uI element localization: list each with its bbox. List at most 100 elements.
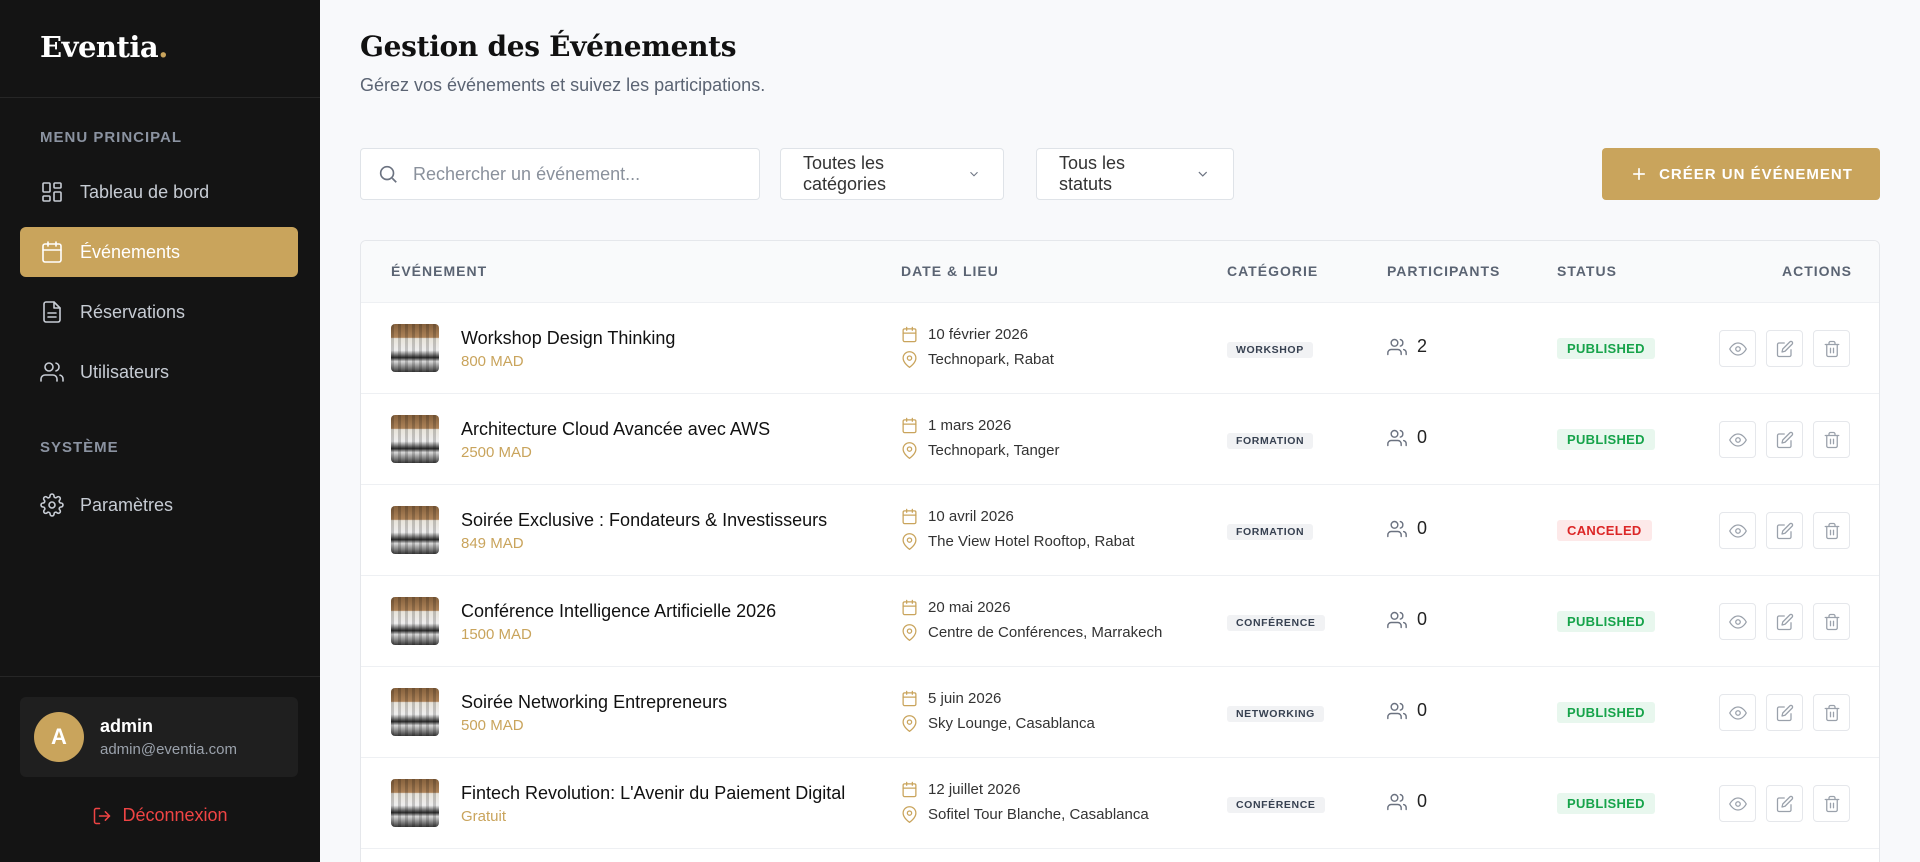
edit-button[interactable] (1766, 512, 1803, 549)
logo[interactable]: Eventia. (0, 0, 320, 98)
column-header-participants[interactable]: PARTICIPANTS (1387, 263, 1500, 279)
sidebar-item-dashboard[interactable]: Tableau de bord (20, 167, 298, 217)
page-subtitle: Gérez vos événements et suivez les parti… (360, 75, 766, 95)
category-select[interactable]: Toutes les catégories (780, 148, 1004, 200)
sidebar-item-reservations[interactable]: Réservations (20, 287, 298, 337)
view-button[interactable] (1719, 512, 1756, 549)
plus-icon (1633, 168, 1645, 180)
column-header-status[interactable]: STATUS (1557, 263, 1617, 279)
status-select[interactable]: Tous les statuts (1036, 148, 1234, 200)
delete-button[interactable] (1813, 421, 1850, 458)
event-title[interactable]: Conférence Intelligence Artificielle 202… (461, 601, 776, 622)
map-pin-icon (902, 442, 917, 459)
participants-value: 0 (1417, 791, 1428, 811)
event-date: 1 mars 2026 (901, 417, 1011, 434)
status-badge: PUBLISHED (1557, 702, 1655, 723)
sidebar-item-settings[interactable]: Paramètres (20, 480, 298, 530)
section-label-system: SYSTÈME (40, 439, 119, 456)
sidebar-item-users[interactable]: Utilisateurs (20, 347, 298, 397)
delete-button[interactable] (1813, 694, 1850, 731)
table-row[interactable]: Soirée Exclusive : Fondateurs & Investis… (361, 485, 1879, 576)
search-input[interactable] (413, 163, 733, 185)
create-event-label: CRÉER UN ÉVÉNEMENT (1659, 165, 1853, 183)
participants-value: 0 (1417, 427, 1428, 447)
event-title[interactable]: Workshop Design Thinking (461, 328, 675, 349)
event-date-text: 10 avril 2026 (928, 508, 1014, 525)
event-price: 849 MAD (461, 535, 524, 552)
participants-count: 0 (1387, 427, 1427, 448)
edit-button[interactable] (1766, 330, 1803, 367)
event-location: Sky Lounge, Casablanca (901, 715, 1095, 732)
table-row[interactable]: Architecture Cloud Avancée avec AWS 2500… (361, 394, 1879, 485)
users-icon (1387, 338, 1407, 355)
event-date-text: 20 mai 2026 (928, 599, 1011, 616)
delete-button[interactable] (1813, 330, 1850, 367)
column-header-category[interactable]: CATÉGORIE (1227, 263, 1318, 279)
eye-icon (1728, 705, 1747, 720)
view-button[interactable] (1719, 785, 1756, 822)
category-select-value: Toutes les catégories (803, 153, 887, 194)
sidebar-item-label: Tableau de bord (80, 181, 210, 202)
event-location-text: Technopark, Tanger (928, 442, 1060, 459)
event-title[interactable]: Soirée Networking Entrepreneurs (461, 692, 727, 713)
edit-button[interactable] (1766, 603, 1803, 640)
users-icon (1387, 702, 1407, 719)
search-box[interactable] (360, 148, 760, 200)
view-button[interactable] (1719, 330, 1756, 367)
sidebar-item-events[interactable]: Événements (20, 227, 298, 277)
user-name: admin (100, 716, 154, 736)
edit-button[interactable] (1766, 694, 1803, 731)
status-badge: CANCELED (1557, 520, 1652, 541)
participants-value: 0 (1417, 518, 1428, 538)
sidebar-footer: A admin admin@eventia.com Déconnexion (0, 676, 320, 862)
event-location: Sofitel Tour Blanche, Casablanca (901, 806, 1149, 823)
table-row[interactable]: Conférence Intelligence Artificielle 202… (361, 576, 1879, 667)
view-button[interactable] (1719, 421, 1756, 458)
delete-button[interactable] (1813, 603, 1850, 640)
participants-count: 0 (1387, 518, 1427, 539)
event-location-text: The View Hotel Rooftop, Rabat (928, 533, 1135, 550)
logout-label: Déconnexion (122, 805, 228, 825)
edit-button[interactable] (1766, 785, 1803, 822)
edit-button[interactable] (1766, 421, 1803, 458)
calendar-icon (902, 326, 917, 343)
edit-icon (1776, 431, 1793, 448)
event-thumbnail (391, 597, 439, 645)
table-row[interactable]: Fintech Revolution: L'Avenir du Paiement… (361, 758, 1879, 849)
map-pin-icon (902, 351, 917, 368)
sidebar: Eventia. MENU PRINCIPAL Tableau de bord … (0, 0, 320, 862)
event-title[interactable]: Fintech Revolution: L'Avenir du Paiement… (461, 783, 845, 804)
view-button[interactable] (1719, 603, 1756, 640)
status-badge: PUBLISHED (1557, 338, 1655, 359)
map-pin-icon (902, 806, 917, 823)
event-location-text: Technopark, Rabat (928, 351, 1054, 368)
category-badge: FORMATION (1227, 433, 1314, 449)
user-card[interactable]: A admin admin@eventia.com (20, 697, 298, 777)
delete-button[interactable] (1813, 785, 1850, 822)
sidebar-item-label: Paramètres (80, 494, 174, 515)
table-row[interactable]: Soirée Networking Entrepreneurs 500 MAD … (361, 667, 1879, 758)
edit-icon (1776, 340, 1793, 357)
calendar-icon (902, 781, 917, 798)
delete-button[interactable] (1813, 512, 1850, 549)
status-select-value: Tous les statuts (1059, 153, 1126, 194)
column-header-event[interactable]: ÉVÉNEMENT (391, 263, 487, 279)
trash-icon (1824, 431, 1839, 448)
event-location: Technopark, Rabat (901, 351, 1054, 368)
event-title[interactable]: Soirée Exclusive : Fondateurs & Investis… (461, 510, 827, 531)
event-location: Technopark, Tanger (901, 442, 1059, 459)
table-row[interactable]: Workshop Design Thinking 800 MAD 10 févr… (361, 303, 1879, 394)
column-header-date[interactable]: DATE & LIEU (901, 263, 999, 279)
participants-count: 0 (1387, 791, 1427, 812)
eye-icon (1728, 796, 1747, 811)
column-header-actions: ACTIONS (1782, 263, 1852, 279)
event-title[interactable]: Architecture Cloud Avancée avec AWS (461, 419, 770, 440)
view-button[interactable] (1719, 694, 1756, 731)
edit-icon (1776, 613, 1793, 630)
create-event-button[interactable]: CRÉER UN ÉVÉNEMENT (1602, 148, 1880, 200)
participants-value: 0 (1417, 700, 1428, 720)
logout-button[interactable]: Déconnexion (0, 805, 320, 826)
category-badge: NETWORKING (1227, 706, 1324, 722)
event-location: The View Hotel Rooftop, Rabat (901, 533, 1135, 550)
calendar-icon (902, 690, 917, 707)
